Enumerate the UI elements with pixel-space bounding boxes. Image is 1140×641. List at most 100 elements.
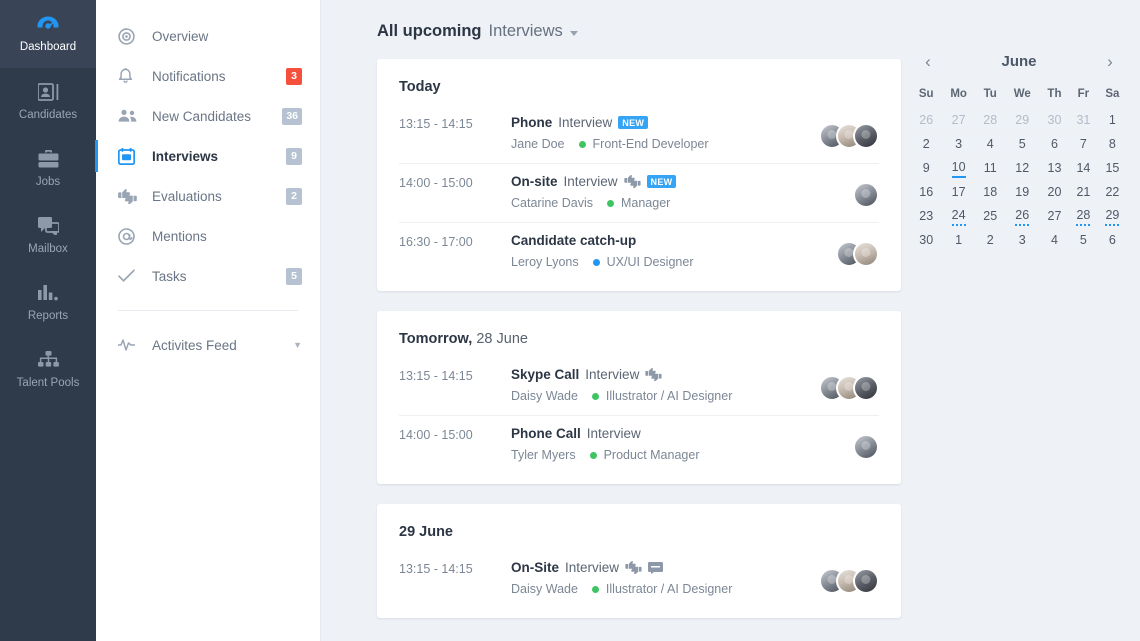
calendar-week-row: 91011121314 15	[911, 157, 1127, 181]
menu-item-interviews[interactable]: Interviews9	[96, 136, 320, 176]
thumbs-icon[interactable]	[624, 175, 641, 188]
calendar-day[interactable]: 23	[911, 205, 941, 229]
calendar-day[interactable]: 29	[1098, 205, 1127, 229]
menu-item-label: Tasks	[152, 269, 286, 284]
avatar[interactable]	[853, 434, 879, 460]
menu-item-overview[interactable]: Overview	[96, 16, 320, 56]
calendar-day[interactable]: 14	[1069, 157, 1098, 181]
calendar-day[interactable]: 12	[1005, 157, 1040, 181]
thumbs-icon[interactable]	[645, 368, 662, 381]
rail-item-label: Candidates	[19, 109, 77, 122]
calendar-day[interactable]: 2	[911, 133, 941, 157]
calendar-day[interactable]: 5	[1005, 133, 1040, 157]
avatar[interactable]	[853, 182, 879, 208]
comment-icon[interactable]	[648, 562, 663, 574]
calendar-week-row: 16171819202122	[911, 181, 1127, 205]
calendar-day[interactable]: 1	[1098, 109, 1127, 133]
chevron-down-icon[interactable]	[570, 31, 578, 36]
calendar-day-label: 30	[1048, 113, 1062, 129]
interview-time: 13:15 - 14:15	[399, 367, 511, 383]
calendar-day-label: 27	[952, 113, 966, 129]
rail-item-dashboard[interactable]: Dashboard	[0, 0, 96, 67]
rail-item-jobs[interactable]: Jobs	[0, 135, 96, 202]
interview-row[interactable]: 13:15 - 14:15On-SiteInterviewDaisy WadeI…	[399, 550, 879, 608]
calendar-day[interactable]: 10	[941, 157, 975, 181]
interview-card: 29 June 13:15 - 14:15On-SiteInterviewDais…	[377, 504, 901, 618]
rail-item-label: Reports	[28, 310, 68, 323]
avatar[interactable]	[853, 241, 879, 267]
calendar-day[interactable]: 15	[1098, 157, 1127, 181]
interview-row[interactable]: 16:30 - 17:00Candidate catch-upLeroy Lyo…	[399, 222, 879, 281]
rail-item-candidates[interactable]: Candidates	[0, 68, 96, 135]
card-date-title: Tomorrow, 28 June	[399, 331, 879, 347]
calendar-day[interactable]: 27	[1040, 205, 1069, 229]
avatar[interactable]	[853, 375, 879, 401]
calendar-day[interactable]: 20	[1040, 181, 1069, 205]
rail-item-talent-pools[interactable]: Talent Pools	[0, 336, 96, 403]
calendar-day-label: 6	[1109, 233, 1116, 249]
calendar-day[interactable]: 25	[976, 205, 1005, 229]
interview-type: Candidate catch-up	[511, 233, 636, 248]
calendar-day-label: 5	[1019, 137, 1026, 153]
interview-row[interactable]: 14:00 - 15:00Phone CallInterviewTyler My…	[399, 415, 879, 474]
thumbs-icon[interactable]	[625, 561, 642, 574]
calendar-day[interactable]: 4	[1040, 229, 1069, 253]
calendar-day[interactable]: 22	[1098, 181, 1127, 205]
page-title[interactable]: All upcoming Interviews	[377, 22, 901, 41]
calendar-day[interactable]: 30	[1040, 109, 1069, 133]
calendar-day[interactable]: 11	[976, 157, 1005, 181]
rail-item-mailbox[interactable]: Mailbox	[0, 202, 96, 269]
menu-item-notifications[interactable]: Notifications3	[96, 56, 320, 96]
calendar-day-label: 29	[1105, 208, 1119, 226]
avatar[interactable]	[853, 568, 879, 594]
primary-nav-rail: Dashboard Candidates JobsMailbox Reports Tal…	[0, 0, 96, 641]
interview-row[interactable]: 13:15 - 14:15PhoneInterviewNEWJane DoeFr…	[399, 105, 879, 163]
calendar-day[interactable]: 3	[1005, 229, 1040, 253]
calendar-day[interactable]: 28	[976, 109, 1005, 133]
calendar-day[interactable]: 6	[1040, 133, 1069, 157]
interview-row[interactable]: 13:15 - 14:15Skype CallInterviewDaisy Wa…	[399, 357, 879, 415]
calendar-day-label: 7	[1080, 137, 1087, 153]
calendar-day[interactable]: 26	[911, 109, 941, 133]
interview-title: On-siteInterviewNEW	[511, 174, 879, 189]
calendar-day[interactable]: 7	[1069, 133, 1098, 157]
calendar-day[interactable]: 26	[1005, 205, 1040, 229]
menu-item-mentions[interactable]: Mentions	[96, 216, 320, 256]
calendar-day[interactable]: 16	[911, 181, 941, 205]
calendar-day[interactable]: 17	[941, 181, 975, 205]
candidate-role: Illustrator / AI Designer	[606, 582, 732, 596]
avatar-group	[836, 241, 879, 267]
rail-item-reports[interactable]: Reports	[0, 269, 96, 336]
menu-item-activites-feed[interactable]: Activites Feed ▼	[96, 325, 320, 365]
calendar-day[interactable]: 19	[1005, 181, 1040, 205]
calendar-day[interactable]: 4	[976, 133, 1005, 157]
menu-item-tasks[interactable]: Tasks5	[96, 256, 320, 296]
calendar-day[interactable]: 30	[911, 229, 941, 253]
calendar-day[interactable]: 18	[976, 181, 1005, 205]
calendar-day[interactable]: 3	[941, 133, 975, 157]
calendar-day-label: 15	[1105, 161, 1119, 177]
calendar-day[interactable]: 6	[1098, 229, 1127, 253]
menu-item-evaluations[interactable]: Evaluations2	[96, 176, 320, 216]
calendar-day[interactable]: 9	[911, 157, 941, 181]
calendar-day[interactable]: 24	[941, 205, 975, 229]
calendar-day[interactable]: 5	[1069, 229, 1098, 253]
calendar-day[interactable]: 2	[976, 229, 1005, 253]
calendar-day[interactable]: 29	[1005, 109, 1040, 133]
calendar-day[interactable]: 28	[1069, 205, 1098, 229]
avatar[interactable]	[853, 123, 879, 149]
menu-item-label: Notifications	[152, 69, 286, 84]
menu-item-new-candidates[interactable]: New Candidates36	[96, 96, 320, 136]
calendar-day[interactable]: 31	[1069, 109, 1098, 133]
chevron-right-icon[interactable]: ›	[1099, 50, 1121, 72]
card-date-title: 29 June	[399, 524, 879, 540]
chevron-down-icon[interactable]: ▼	[293, 340, 302, 350]
calendar-day[interactable]: 21	[1069, 181, 1098, 205]
calendar-day[interactable]: 27	[941, 109, 975, 133]
chevron-left-icon[interactable]: ‹	[917, 50, 939, 72]
calendar-day[interactable]: 13	[1040, 157, 1069, 181]
interview-kind: Interview	[585, 367, 639, 382]
interview-row[interactable]: 14:00 - 15:00On-siteInterviewNEWCatarine…	[399, 163, 879, 222]
calendar-day[interactable]: 8	[1098, 133, 1127, 157]
calendar-day[interactable]: 1	[941, 229, 975, 253]
